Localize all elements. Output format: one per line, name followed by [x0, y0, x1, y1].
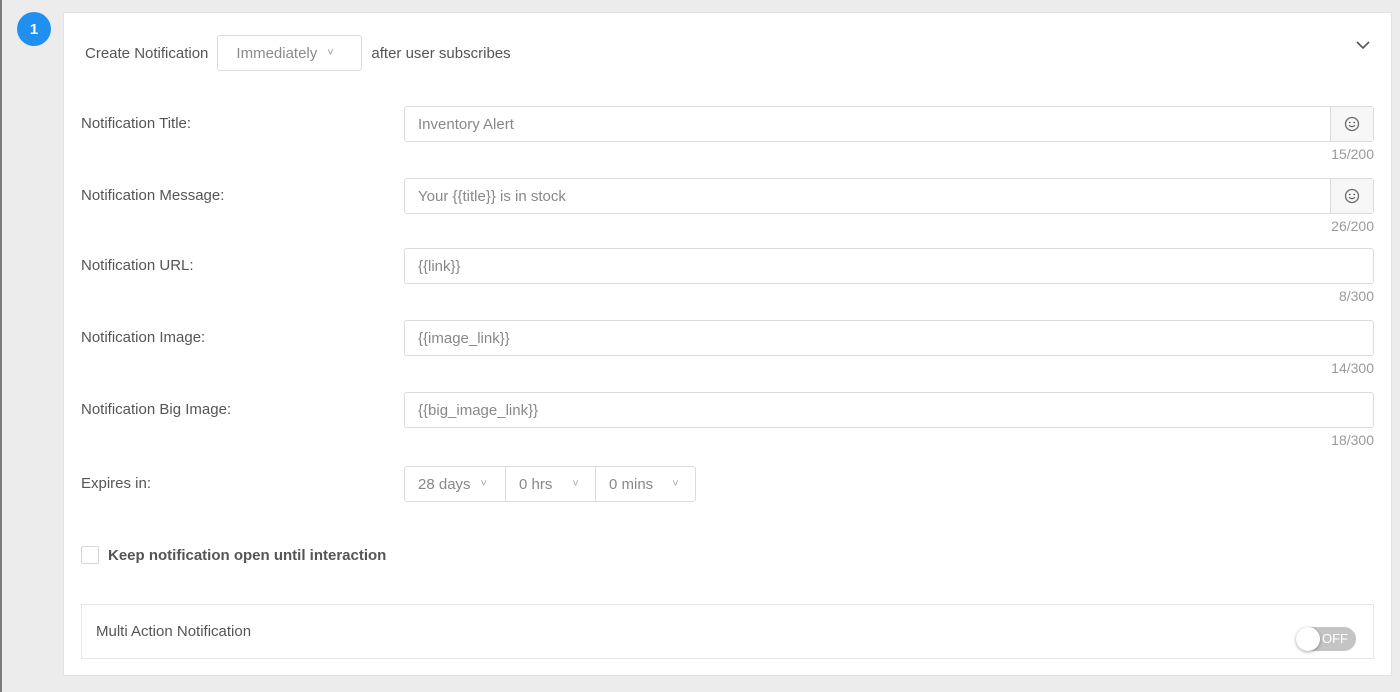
toggle-knob	[1296, 627, 1320, 651]
title-input[interactable]	[405, 107, 1330, 141]
url-input[interactable]	[405, 249, 1373, 283]
char-counter: 14/300	[1331, 360, 1374, 376]
multi-action-label: Multi Action Notification	[96, 623, 252, 640]
create-notification-label: Create Notification	[85, 44, 209, 62]
title-input-group	[404, 106, 1374, 142]
create-notification-header: Create Notification Immediately ˅ after …	[85, 35, 511, 71]
emoji-picker-button[interactable]	[1330, 107, 1373, 141]
expires-minutes-select[interactable]: 0 mins ˅	[595, 467, 695, 501]
collapse-toggle-button[interactable]	[1353, 35, 1373, 55]
image-input-group	[404, 320, 1374, 356]
char-counter: 15/200	[1331, 146, 1374, 162]
keep-open-checkbox[interactable]	[81, 546, 99, 564]
expires-minutes-value: 0 mins	[609, 475, 654, 493]
expires-hours-select[interactable]: 0 hrs ˅	[505, 467, 595, 501]
field-label: Notification Title:	[81, 115, 192, 132]
smiley-icon	[1344, 116, 1360, 132]
notification-card: Create Notification Immediately ˅ after …	[63, 12, 1392, 676]
char-counter: 26/200	[1331, 218, 1374, 234]
message-input-group	[404, 178, 1374, 214]
field-label: Notification Big Image:	[81, 401, 232, 418]
big-image-input-group	[404, 392, 1374, 428]
timing-select-value: Immediately	[236, 44, 318, 62]
multi-action-toggle[interactable]: OFF	[1296, 627, 1356, 651]
char-counter: 18/300	[1331, 432, 1374, 448]
expires-days-select[interactable]: 28 days ˅	[405, 467, 505, 501]
timing-select[interactable]: Immediately ˅	[217, 35, 363, 71]
step-number-badge: 1	[17, 12, 51, 46]
toggle-state-text: OFF	[1322, 631, 1348, 646]
step-number: 1	[29, 20, 39, 38]
smiley-icon	[1344, 188, 1360, 204]
field-label: Notification URL:	[81, 257, 194, 274]
chevron-down-icon: ˅	[480, 478, 487, 490]
big-image-input[interactable]	[405, 393, 1373, 427]
image-input[interactable]	[405, 321, 1373, 355]
after-subscribe-label: after user subscribes	[371, 44, 511, 62]
field-label: Notification Message:	[81, 187, 225, 204]
message-input[interactable]	[405, 179, 1330, 213]
expires-select-group: 28 days ˅ 0 hrs ˅ 0 mins ˅	[404, 466, 696, 502]
chevron-down-icon	[1356, 41, 1370, 50]
expires-label: Expires in:	[81, 475, 152, 492]
keep-open-checkbox-row[interactable]: Keep notification open until interaction	[81, 546, 386, 564]
chevron-down-icon: ˅	[672, 478, 679, 490]
emoji-picker-button[interactable]	[1330, 179, 1373, 213]
multi-action-panel: Multi Action Notification OFF	[81, 604, 1374, 659]
url-input-group	[404, 248, 1374, 284]
field-label: Notification Image:	[81, 329, 206, 346]
chevron-down-icon: ˅	[572, 478, 579, 490]
char-counter: 8/300	[1338, 288, 1374, 304]
expires-hours-value: 0 hrs	[519, 475, 553, 493]
expires-days-value: 28 days	[418, 475, 471, 493]
chevron-down-icon: ˅	[327, 47, 334, 59]
keep-open-label: Keep notification open until interaction	[108, 546, 387, 564]
page-frame: 1 Create Notification Immediately ˅ afte…	[0, 0, 1400, 692]
